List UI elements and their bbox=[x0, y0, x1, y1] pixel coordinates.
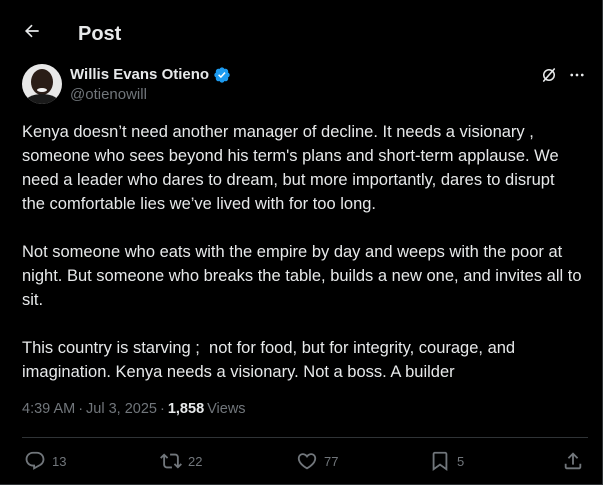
post-date[interactable]: Jul 3, 2025 bbox=[86, 399, 157, 419]
post-paragraph: This country is starving ; not for food,… bbox=[22, 339, 520, 381]
views-label: Views bbox=[207, 401, 246, 417]
post-time[interactable]: 4:39 AM bbox=[22, 399, 75, 419]
post-page: Post Willis Evans Otieno @otienowill Ken… bbox=[0, 0, 603, 485]
post-text: Kenya doesn’t need another manager of de… bbox=[22, 120, 582, 408]
more-horizontal-icon bbox=[568, 66, 586, 89]
verified-badge-icon bbox=[213, 66, 231, 84]
bookmark-button[interactable]: 5 bbox=[429, 450, 464, 472]
arrow-left-icon bbox=[22, 21, 42, 46]
post-actions: 13 22 77 5 bbox=[24, 450, 584, 472]
page-title: Post bbox=[78, 23, 122, 45]
share-button[interactable] bbox=[562, 450, 584, 472]
reply-count: 13 bbox=[52, 453, 67, 469]
more-options-button[interactable] bbox=[566, 66, 588, 88]
post-paragraph: Kenya doesn’t need another manager of de… bbox=[22, 123, 564, 213]
avatar[interactable] bbox=[22, 64, 62, 104]
meta-separator: · bbox=[78, 401, 84, 417]
post-top-actions bbox=[532, 66, 588, 88]
back-button[interactable] bbox=[16, 17, 48, 49]
like-count: 77 bbox=[324, 453, 339, 469]
repost-count: 22 bbox=[188, 453, 203, 469]
bookmark-count: 5 bbox=[457, 453, 465, 469]
like-button[interactable]: 77 bbox=[296, 450, 338, 472]
divider bbox=[22, 437, 588, 438]
post-meta: 4:39 AM · Jul 3, 2025 · 1,858 Views bbox=[22, 399, 246, 419]
post-author: Willis Evans Otieno @otienowill bbox=[22, 64, 582, 108]
grok-button[interactable] bbox=[538, 66, 560, 88]
share-icon bbox=[562, 450, 584, 472]
repost-icon bbox=[160, 450, 182, 472]
name-row: Willis Evans Otieno bbox=[70, 66, 231, 84]
post-paragraph: Not someone who eats with the empire by … bbox=[22, 243, 587, 309]
grok-icon bbox=[540, 66, 558, 89]
author-name[interactable]: Willis Evans Otieno bbox=[70, 66, 209, 84]
reply-icon bbox=[24, 450, 46, 472]
meta-separator: · bbox=[160, 401, 165, 417]
bookmark-icon bbox=[429, 450, 451, 472]
author-handle[interactable]: @otienowill bbox=[70, 86, 147, 104]
reply-button[interactable]: 13 bbox=[24, 450, 66, 472]
views-count: 1,858 bbox=[167, 401, 205, 417]
repost-button[interactable]: 22 bbox=[160, 450, 202, 472]
page-header: Post bbox=[0, 0, 602, 58]
heart-icon bbox=[296, 450, 318, 472]
